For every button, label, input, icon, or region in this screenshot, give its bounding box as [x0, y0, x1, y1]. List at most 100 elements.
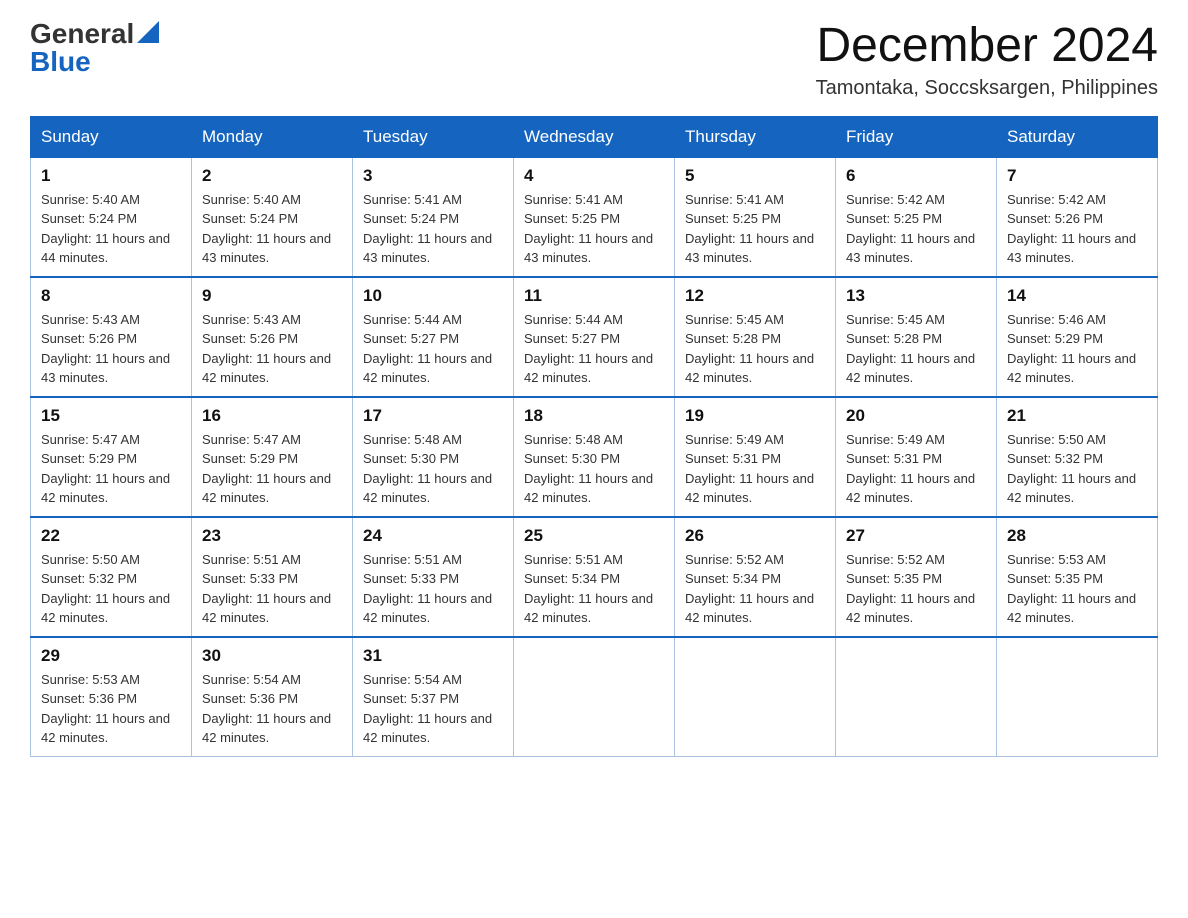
day-number: 22: [41, 526, 181, 546]
location: Tamontaka, Soccsksargen, Philippines: [816, 77, 1158, 100]
day-info: Sunrise: 5:41 AMSunset: 5:25 PMDaylight:…: [685, 190, 825, 268]
header-tuesday: Tuesday: [353, 116, 514, 157]
day-number: 23: [202, 526, 342, 546]
table-row: 3 Sunrise: 5:41 AMSunset: 5:24 PMDayligh…: [353, 157, 514, 277]
day-number: 5: [685, 166, 825, 186]
header-saturday: Saturday: [997, 116, 1158, 157]
day-info: Sunrise: 5:42 AMSunset: 5:26 PMDaylight:…: [1007, 190, 1147, 268]
table-row: 22 Sunrise: 5:50 AMSunset: 5:32 PMDaylig…: [31, 517, 192, 637]
table-row: 2 Sunrise: 5:40 AMSunset: 5:24 PMDayligh…: [192, 157, 353, 277]
header-monday: Monday: [192, 116, 353, 157]
table-row: 9 Sunrise: 5:43 AMSunset: 5:26 PMDayligh…: [192, 277, 353, 397]
table-row: 15 Sunrise: 5:47 AMSunset: 5:29 PMDaylig…: [31, 397, 192, 517]
day-info: Sunrise: 5:45 AMSunset: 5:28 PMDaylight:…: [846, 310, 986, 388]
table-row: 8 Sunrise: 5:43 AMSunset: 5:26 PMDayligh…: [31, 277, 192, 397]
day-number: 17: [363, 406, 503, 426]
table-row: [675, 637, 836, 757]
day-number: 13: [846, 286, 986, 306]
day-info: Sunrise: 5:40 AMSunset: 5:24 PMDaylight:…: [41, 190, 181, 268]
day-info: Sunrise: 5:50 AMSunset: 5:32 PMDaylight:…: [41, 550, 181, 628]
day-number: 2: [202, 166, 342, 186]
day-info: Sunrise: 5:46 AMSunset: 5:29 PMDaylight:…: [1007, 310, 1147, 388]
day-number: 7: [1007, 166, 1147, 186]
day-number: 30: [202, 646, 342, 666]
day-number: 24: [363, 526, 503, 546]
table-row: 19 Sunrise: 5:49 AMSunset: 5:31 PMDaylig…: [675, 397, 836, 517]
day-number: 20: [846, 406, 986, 426]
day-info: Sunrise: 5:45 AMSunset: 5:28 PMDaylight:…: [685, 310, 825, 388]
day-number: 10: [363, 286, 503, 306]
day-number: 16: [202, 406, 342, 426]
day-info: Sunrise: 5:50 AMSunset: 5:32 PMDaylight:…: [1007, 430, 1147, 508]
day-info: Sunrise: 5:47 AMSunset: 5:29 PMDaylight:…: [202, 430, 342, 508]
table-row: 13 Sunrise: 5:45 AMSunset: 5:28 PMDaylig…: [836, 277, 997, 397]
table-row: 28 Sunrise: 5:53 AMSunset: 5:35 PMDaylig…: [997, 517, 1158, 637]
day-number: 14: [1007, 286, 1147, 306]
logo-general: General: [30, 20, 134, 48]
table-row: 18 Sunrise: 5:48 AMSunset: 5:30 PMDaylig…: [514, 397, 675, 517]
table-row: 1 Sunrise: 5:40 AMSunset: 5:24 PMDayligh…: [31, 157, 192, 277]
day-number: 26: [685, 526, 825, 546]
day-info: Sunrise: 5:49 AMSunset: 5:31 PMDaylight:…: [846, 430, 986, 508]
table-row: 7 Sunrise: 5:42 AMSunset: 5:26 PMDayligh…: [997, 157, 1158, 277]
day-number: 12: [685, 286, 825, 306]
day-info: Sunrise: 5:41 AMSunset: 5:25 PMDaylight:…: [524, 190, 664, 268]
header-thursday: Thursday: [675, 116, 836, 157]
day-number: 1: [41, 166, 181, 186]
table-row: 6 Sunrise: 5:42 AMSunset: 5:25 PMDayligh…: [836, 157, 997, 277]
day-number: 28: [1007, 526, 1147, 546]
day-number: 27: [846, 526, 986, 546]
day-number: 31: [363, 646, 503, 666]
table-row: 4 Sunrise: 5:41 AMSunset: 5:25 PMDayligh…: [514, 157, 675, 277]
day-number: 25: [524, 526, 664, 546]
table-row: 20 Sunrise: 5:49 AMSunset: 5:31 PMDaylig…: [836, 397, 997, 517]
table-row: 24 Sunrise: 5:51 AMSunset: 5:33 PMDaylig…: [353, 517, 514, 637]
day-info: Sunrise: 5:51 AMSunset: 5:33 PMDaylight:…: [363, 550, 503, 628]
day-number: 21: [1007, 406, 1147, 426]
header-friday: Friday: [836, 116, 997, 157]
day-info: Sunrise: 5:51 AMSunset: 5:33 PMDaylight:…: [202, 550, 342, 628]
day-info: Sunrise: 5:54 AMSunset: 5:36 PMDaylight:…: [202, 670, 342, 748]
page-header: General Blue December 2024 Tamontaka, So…: [30, 20, 1158, 100]
table-row: 11 Sunrise: 5:44 AMSunset: 5:27 PMDaylig…: [514, 277, 675, 397]
day-info: Sunrise: 5:41 AMSunset: 5:24 PMDaylight:…: [363, 190, 503, 268]
day-number: 4: [524, 166, 664, 186]
day-number: 3: [363, 166, 503, 186]
day-info: Sunrise: 5:47 AMSunset: 5:29 PMDaylight:…: [41, 430, 181, 508]
day-info: Sunrise: 5:49 AMSunset: 5:31 PMDaylight:…: [685, 430, 825, 508]
day-info: Sunrise: 5:52 AMSunset: 5:35 PMDaylight:…: [846, 550, 986, 628]
day-info: Sunrise: 5:43 AMSunset: 5:26 PMDaylight:…: [202, 310, 342, 388]
header-sunday: Sunday: [31, 116, 192, 157]
day-number: 15: [41, 406, 181, 426]
month-title: December 2024: [816, 20, 1158, 73]
day-number: 11: [524, 286, 664, 306]
calendar-week-row: 22 Sunrise: 5:50 AMSunset: 5:32 PMDaylig…: [31, 517, 1158, 637]
calendar-week-row: 8 Sunrise: 5:43 AMSunset: 5:26 PMDayligh…: [31, 277, 1158, 397]
table-row: 29 Sunrise: 5:53 AMSunset: 5:36 PMDaylig…: [31, 637, 192, 757]
table-row: 5 Sunrise: 5:41 AMSunset: 5:25 PMDayligh…: [675, 157, 836, 277]
logo: General Blue: [30, 20, 159, 76]
table-row: 26 Sunrise: 5:52 AMSunset: 5:34 PMDaylig…: [675, 517, 836, 637]
logo-blue: Blue: [30, 46, 91, 77]
calendar-week-row: 1 Sunrise: 5:40 AMSunset: 5:24 PMDayligh…: [31, 157, 1158, 277]
table-row: 21 Sunrise: 5:50 AMSunset: 5:32 PMDaylig…: [997, 397, 1158, 517]
table-row: [836, 637, 997, 757]
day-info: Sunrise: 5:48 AMSunset: 5:30 PMDaylight:…: [524, 430, 664, 508]
calendar-header-row: Sunday Monday Tuesday Wednesday Thursday…: [31, 116, 1158, 157]
day-info: Sunrise: 5:53 AMSunset: 5:35 PMDaylight:…: [1007, 550, 1147, 628]
day-info: Sunrise: 5:52 AMSunset: 5:34 PMDaylight:…: [685, 550, 825, 628]
day-number: 6: [846, 166, 986, 186]
title-block: December 2024 Tamontaka, Soccsksargen, P…: [816, 20, 1158, 100]
table-row: 12 Sunrise: 5:45 AMSunset: 5:28 PMDaylig…: [675, 277, 836, 397]
table-row: 16 Sunrise: 5:47 AMSunset: 5:29 PMDaylig…: [192, 397, 353, 517]
day-info: Sunrise: 5:40 AMSunset: 5:24 PMDaylight:…: [202, 190, 342, 268]
table-row: 27 Sunrise: 5:52 AMSunset: 5:35 PMDaylig…: [836, 517, 997, 637]
day-number: 9: [202, 286, 342, 306]
header-wednesday: Wednesday: [514, 116, 675, 157]
table-row: 10 Sunrise: 5:44 AMSunset: 5:27 PMDaylig…: [353, 277, 514, 397]
day-info: Sunrise: 5:44 AMSunset: 5:27 PMDaylight:…: [524, 310, 664, 388]
calendar-week-row: 29 Sunrise: 5:53 AMSunset: 5:36 PMDaylig…: [31, 637, 1158, 757]
day-info: Sunrise: 5:44 AMSunset: 5:27 PMDaylight:…: [363, 310, 503, 388]
day-info: Sunrise: 5:48 AMSunset: 5:30 PMDaylight:…: [363, 430, 503, 508]
table-row: 31 Sunrise: 5:54 AMSunset: 5:37 PMDaylig…: [353, 637, 514, 757]
